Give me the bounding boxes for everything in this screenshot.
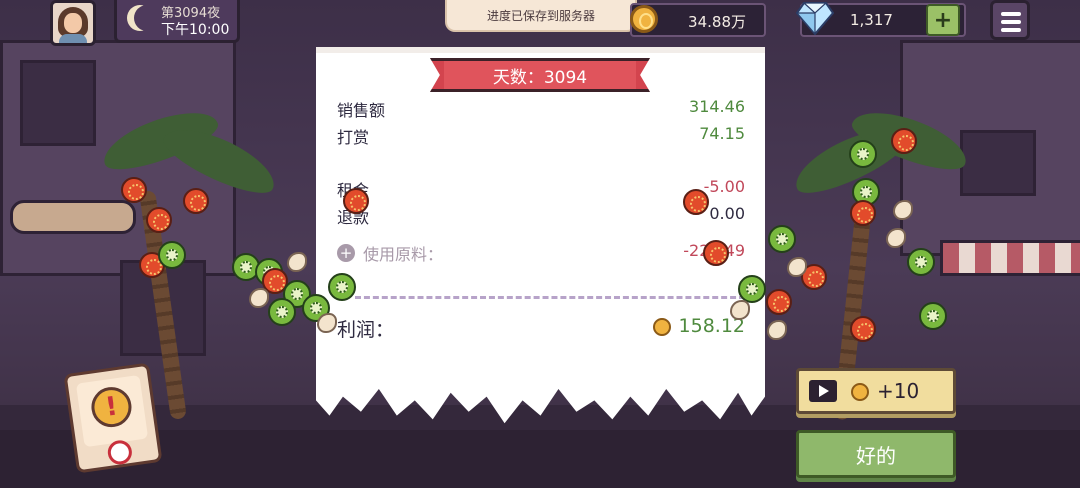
- shop-awning: [940, 240, 1080, 276]
- tomato-slice: [683, 189, 709, 215]
- gem-amount: 1,317: [850, 11, 893, 29]
- avatar-shirt: [59, 34, 87, 43]
- pepper-slice: [919, 302, 947, 330]
- tomato-slice: [121, 177, 147, 203]
- save-toast: 进度已保存到服务器: [445, 0, 637, 32]
- profit-label: 利润：: [337, 319, 395, 341]
- menu-icon: [1001, 20, 1021, 24]
- background-window: [20, 60, 96, 146]
- coin-icon: [653, 318, 671, 336]
- refund-value: 0.00: [709, 204, 745, 223]
- pepper-slice: [768, 225, 796, 253]
- tomato-slice: [183, 188, 209, 214]
- pepper-slice: [158, 241, 186, 269]
- day-ribbon: 天数：3094: [430, 58, 650, 92]
- ok-button[interactable]: 好的: [796, 430, 956, 478]
- alert-card-button[interactable]: !: [63, 362, 163, 474]
- rent-value: -5.00: [703, 177, 745, 196]
- expand-icon[interactable]: +: [337, 244, 355, 262]
- clock-time: 下午10:00: [161, 22, 230, 38]
- tomato-slice: [343, 188, 369, 214]
- diamond-icon: [796, 2, 834, 35]
- sales-value: 314.46: [689, 97, 745, 116]
- watch-ad-button[interactable]: +10: [796, 368, 956, 414]
- day-title: 天数：3094: [444, 58, 636, 92]
- receipt-divider: [355, 296, 745, 299]
- coin-balance[interactable]: 34.88万: [630, 3, 766, 37]
- player-avatar[interactable]: [50, 0, 96, 46]
- pepper-slice: [268, 298, 296, 326]
- menu-icon: [1001, 28, 1021, 32]
- sales-label: 销售额: [337, 101, 386, 120]
- coin-amount: 34.88万: [688, 13, 746, 31]
- tips-row: 打赏 74.15: [337, 124, 745, 148]
- bone-sign: [10, 200, 136, 234]
- ingredients-row[interactable]: + 使用原料： -225.49: [337, 241, 745, 265]
- tomato-slice: [703, 240, 729, 266]
- pepper-slice: [738, 275, 766, 303]
- moon-icon: [134, 5, 160, 31]
- coin-icon: [851, 383, 869, 401]
- avatar-face: [64, 13, 82, 33]
- tips-value: 74.15: [699, 124, 745, 143]
- day-time-panel: 第3094夜 下午10:00: [114, 0, 240, 43]
- sales-row: 销售额 314.46: [337, 97, 745, 121]
- menu-icon: [1001, 12, 1021, 16]
- buy-gems-button[interactable]: +: [926, 4, 960, 36]
- ad-reward-amount: +10: [877, 379, 920, 403]
- tomato-slice: [891, 128, 917, 154]
- pepper-slice: [328, 273, 356, 301]
- tomato-slice: [850, 200, 876, 226]
- play-video-icon: [809, 380, 837, 402]
- receipt-top-edge: [316, 47, 765, 53]
- pepper-slice: [849, 140, 877, 168]
- menu-button[interactable]: [990, 0, 1030, 40]
- tips-label: 打赏: [337, 128, 370, 147]
- coin-icon: [630, 5, 658, 33]
- background-window: [960, 130, 1036, 196]
- pepper-slice: [907, 248, 935, 276]
- ingredients-label: 使用原料：: [363, 245, 444, 264]
- tomato-slice: [850, 316, 876, 342]
- tomato-slice: [146, 207, 172, 233]
- tomato-slice: [766, 289, 792, 315]
- alert-dot: [106, 438, 134, 466]
